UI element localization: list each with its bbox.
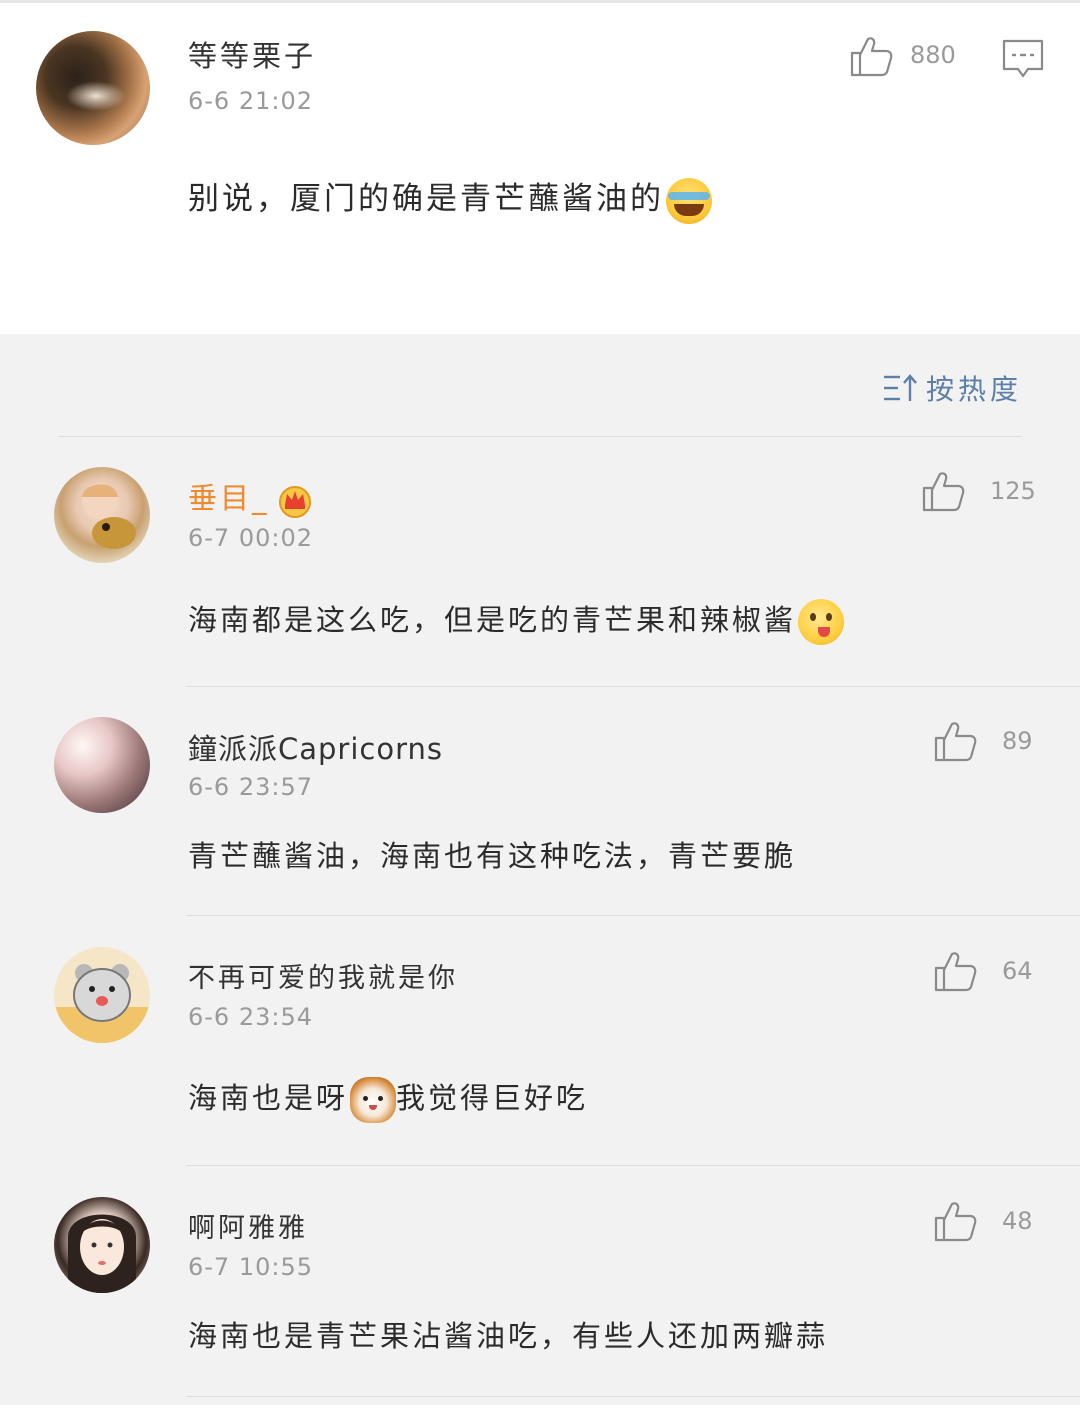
- main-comment-text: 别说，厦门的确是青芒蘸酱油的: [188, 173, 712, 224]
- reply-username[interactable]: 鐘派派Capricorns: [188, 726, 443, 768]
- thumbs-up-icon[interactable]: [920, 468, 966, 514]
- laughing-tears-emoji: [666, 177, 712, 224]
- sort-label: 按热度: [925, 373, 1022, 406]
- reply-username[interactable]: 不再可爱的我就是你: [188, 956, 458, 995]
- cat-emoji: [350, 1077, 397, 1123]
- reply-text: 青芒蘸酱油，海南也有这种吃法，青芒要脆: [188, 839, 797, 873]
- tongue-out-emoji: [798, 599, 845, 645]
- sort-by-hot-button[interactable]: 按热度: [882, 368, 1022, 408]
- reply-text: 海南也是青芒果沾酱油吃，有些人还加两瓣蒜: [188, 1319, 829, 1353]
- reply-timestamp: 6-7 00:02: [188, 524, 313, 552]
- thumbs-up-icon[interactable]: [932, 1198, 978, 1244]
- comment-text-after: 我觉得巨好吃: [396, 1081, 589, 1115]
- avatar-image: [68, 1214, 136, 1293]
- avatar[interactable]: [54, 947, 150, 1043]
- like-count: 880: [910, 41, 956, 69]
- thumbs-up-icon[interactable]: [932, 948, 978, 994]
- thumbs-up-icon[interactable]: [932, 718, 978, 764]
- sort-icon: [883, 374, 917, 401]
- main-comment-timestamp: 6-6 21:02: [188, 87, 313, 115]
- reply-icon[interactable]: [1001, 38, 1045, 82]
- reply-username[interactable]: 啊阿雅雅: [188, 1206, 308, 1245]
- divider: [186, 1396, 1080, 1397]
- like-count: 125: [990, 477, 1036, 505]
- comment-text-before: 海南也是呀: [188, 1081, 349, 1115]
- reply-username[interactable]: 垂目_: [188, 475, 314, 519]
- comment-text-content: 海南都是这么吃，但是吃的青芒果和辣椒酱: [188, 603, 797, 637]
- reply-timestamp: 6-6 23:57: [188, 773, 313, 801]
- divider: [186, 1165, 1080, 1166]
- avatar[interactable]: [54, 1197, 150, 1293]
- main-comment-username[interactable]: 等等栗子: [188, 33, 316, 75]
- avatar[interactable]: [54, 717, 150, 813]
- comment-page: 等等栗子 6-6 21:02 880 别说，厦门的确是青芒蘸酱油的 按热度 垂目…: [0, 0, 1080, 1405]
- comment-text-content: 别说，厦门的确是青芒蘸酱油的: [188, 181, 664, 217]
- like-count: 89: [1002, 727, 1033, 755]
- reply-timestamp: 6-6 23:54: [188, 1003, 313, 1031]
- thumbs-up-icon[interactable]: [848, 33, 894, 79]
- divider: [186, 686, 1080, 687]
- avatar[interactable]: [54, 467, 150, 563]
- reply-text: 海南也是呀 我觉得巨好吃: [188, 1075, 588, 1123]
- vip-crown-icon: [278, 486, 311, 518]
- reply-text: 海南都是这么吃，但是吃的青芒果和辣椒酱: [188, 597, 845, 645]
- avatar-image: [82, 483, 136, 549]
- divider: [58, 436, 1022, 437]
- avatar-image: [54, 964, 150, 1043]
- avatar[interactable]: [36, 31, 150, 145]
- like-count: 64: [1002, 957, 1033, 985]
- main-comment: 等等栗子 6-6 21:02 880 别说，厦门的确是青芒蘸酱油的: [0, 3, 1080, 334]
- like-count: 48: [1002, 1207, 1033, 1235]
- divider: [186, 915, 1080, 916]
- reply-timestamp: 6-7 10:55: [188, 1253, 313, 1281]
- username-text: 垂目_: [188, 481, 270, 515]
